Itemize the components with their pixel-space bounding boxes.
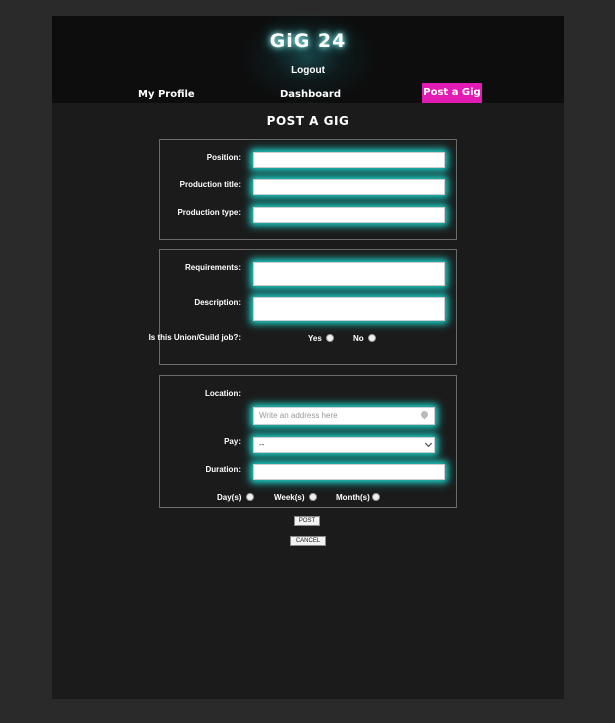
months-label: Month(s) xyxy=(336,493,370,502)
union-no-radio[interactable] xyxy=(368,334,376,342)
months-radio[interactable] xyxy=(372,493,380,501)
requirements-input[interactable] xyxy=(253,262,445,286)
union-no-label: No xyxy=(353,334,364,343)
description-input[interactable] xyxy=(253,297,445,321)
union-yes-label: Yes xyxy=(308,334,322,343)
site-logo[interactable]: GiG 24 xyxy=(52,30,564,52)
map-pin-icon xyxy=(419,409,430,420)
production-title-input[interactable] xyxy=(253,179,445,195)
pay-selected-value: -- xyxy=(259,440,265,449)
post-button[interactable]: POST xyxy=(294,516,320,526)
weeks-label: Week(s) xyxy=(274,493,305,502)
page-container: GiG 24 Logout My Profile Dashboard Post … xyxy=(52,10,564,699)
location-label: Location: xyxy=(205,389,241,398)
pay-select[interactable]: -- xyxy=(253,437,435,453)
page-title: POST A GIG xyxy=(266,114,350,128)
weeks-radio[interactable] xyxy=(309,493,317,501)
duration-label: Duration: xyxy=(205,465,241,474)
chevron-down-icon xyxy=(424,439,433,448)
nav-post-a-gig[interactable]: Post a Gig xyxy=(422,83,482,103)
union-yes-radio[interactable] xyxy=(326,334,334,342)
description-label: Description: xyxy=(194,298,241,307)
production-type-label: Production type: xyxy=(177,208,241,217)
pay-label: Pay: xyxy=(224,437,241,446)
requirements-label: Requirements: xyxy=(184,263,241,272)
production-info-panel: Position: Production title: Production t… xyxy=(159,139,457,240)
cancel-button[interactable]: CANCEL xyxy=(290,536,326,546)
location-pay-panel: Location: Write an address here Pay: -- … xyxy=(159,375,457,508)
address-placeholder: Write an address here xyxy=(259,411,338,420)
position-label: Position: xyxy=(206,153,241,162)
job-details-panel: Requirements: Description: Is this Union… xyxy=(149,249,457,365)
production-title-label: Production title: xyxy=(179,180,241,189)
days-radio[interactable] xyxy=(246,493,254,501)
position-input[interactable] xyxy=(253,152,445,168)
nav-my-profile[interactable]: My Profile xyxy=(138,88,195,102)
logout-link[interactable]: Logout xyxy=(52,65,564,76)
duration-input[interactable] xyxy=(253,464,445,480)
address-input[interactable]: Write an address here xyxy=(253,407,435,425)
nav-dashboard[interactable]: Dashboard xyxy=(280,88,341,102)
production-type-input[interactable] xyxy=(253,207,445,223)
site-header: GiG 24 Logout My Profile Dashboard Post … xyxy=(52,10,564,106)
union-guild-label: Is this Union/Guild job?: xyxy=(148,333,241,342)
days-label: Day(s) xyxy=(217,493,242,502)
